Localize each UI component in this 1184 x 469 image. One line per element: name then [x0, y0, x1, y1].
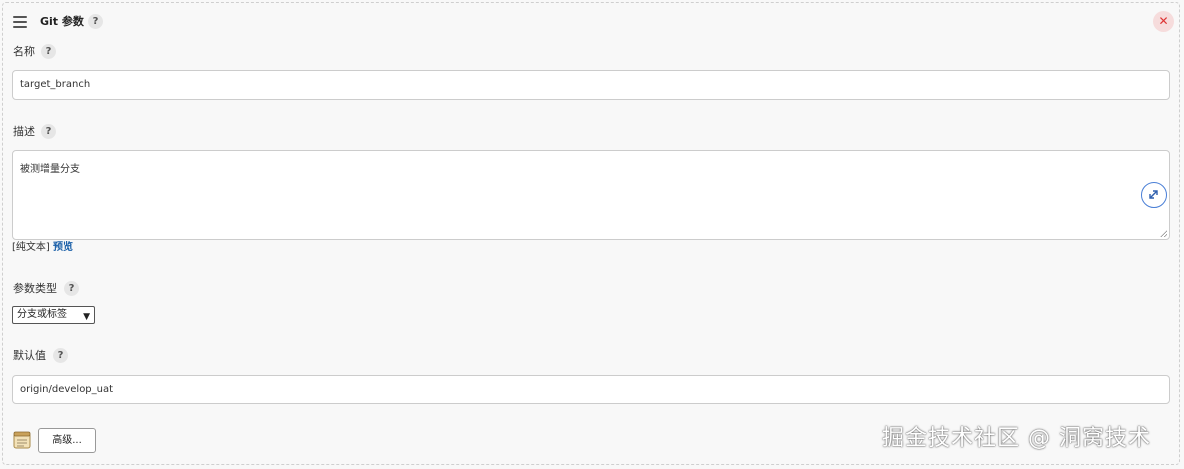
- default-value-input[interactable]: origin/develop_uat: [12, 375, 1170, 404]
- param-type-help-icon[interactable]: ?: [64, 281, 79, 296]
- name-help-icon[interactable]: ?: [41, 44, 56, 59]
- preview-link[interactable]: 预览: [53, 242, 73, 253]
- notepad-icon: [13, 431, 32, 449]
- param-type-select[interactable]: 分支或标签 ▼: [12, 306, 95, 324]
- param-type-selected: 分支或标签: [17, 309, 67, 320]
- description-label: 描述: [13, 125, 35, 138]
- default-value-help-icon[interactable]: ?: [53, 348, 68, 363]
- close-icon[interactable]: ✕: [1153, 11, 1174, 32]
- name-label: 名称: [13, 45, 35, 58]
- name-input[interactable]: target_branch: [12, 70, 1170, 100]
- description-help-icon[interactable]: ?: [41, 124, 56, 139]
- expand-editor-icon[interactable]: [1141, 182, 1167, 208]
- param-type-label: 参数类型: [13, 282, 57, 295]
- plain-text-link[interactable]: [纯文本]: [12, 242, 50, 253]
- format-links: [纯文本] 预览: [12, 241, 73, 255]
- description-textarea[interactable]: 被测增量分支: [12, 150, 1170, 240]
- default-value-label: 默认值: [13, 349, 46, 362]
- watermark: 掘金技术社区 @ 洞窝技术: [882, 426, 1151, 451]
- panel-title: Git 参数: [40, 15, 84, 28]
- advanced-button[interactable]: 高级...: [38, 428, 96, 453]
- chevron-down-icon: ▼: [83, 312, 90, 322]
- title-help-icon[interactable]: ?: [88, 14, 103, 29]
- description-text: 被测增量分支: [20, 164, 80, 175]
- drag-handle-icon[interactable]: [13, 16, 27, 28]
- resize-handle-icon[interactable]: [1160, 230, 1167, 237]
